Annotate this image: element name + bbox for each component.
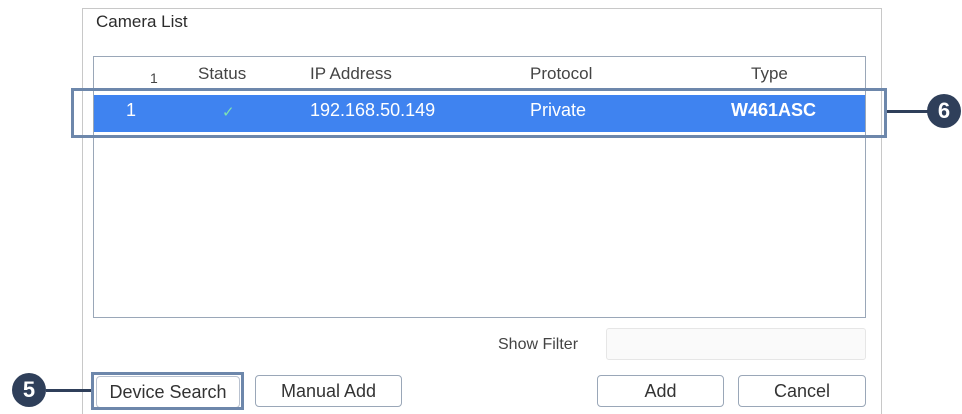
callout-badge-5: 5 (12, 373, 46, 407)
callout-highlight-row (71, 88, 887, 138)
callout-badge-6: 6 (927, 94, 961, 128)
column-header-index[interactable]: 1 (150, 70, 158, 86)
column-header-protocol[interactable]: Protocol (530, 64, 592, 84)
column-header-status[interactable]: Status (198, 64, 246, 84)
dialog-title: Camera List (96, 12, 188, 31)
cancel-button[interactable]: Cancel (738, 375, 866, 407)
callout-leader-6 (887, 110, 929, 113)
show-filter-input[interactable] (606, 328, 866, 360)
manual-add-button[interactable]: Manual Add (255, 375, 402, 407)
column-header-type[interactable]: Type (751, 64, 788, 84)
callout-highlight-device-search (91, 372, 244, 410)
add-button[interactable]: Add (597, 375, 724, 407)
column-header-ip-address[interactable]: IP Address (310, 64, 392, 84)
callout-leader-5 (46, 389, 91, 392)
show-filter-label: Show Filter (498, 336, 579, 353)
